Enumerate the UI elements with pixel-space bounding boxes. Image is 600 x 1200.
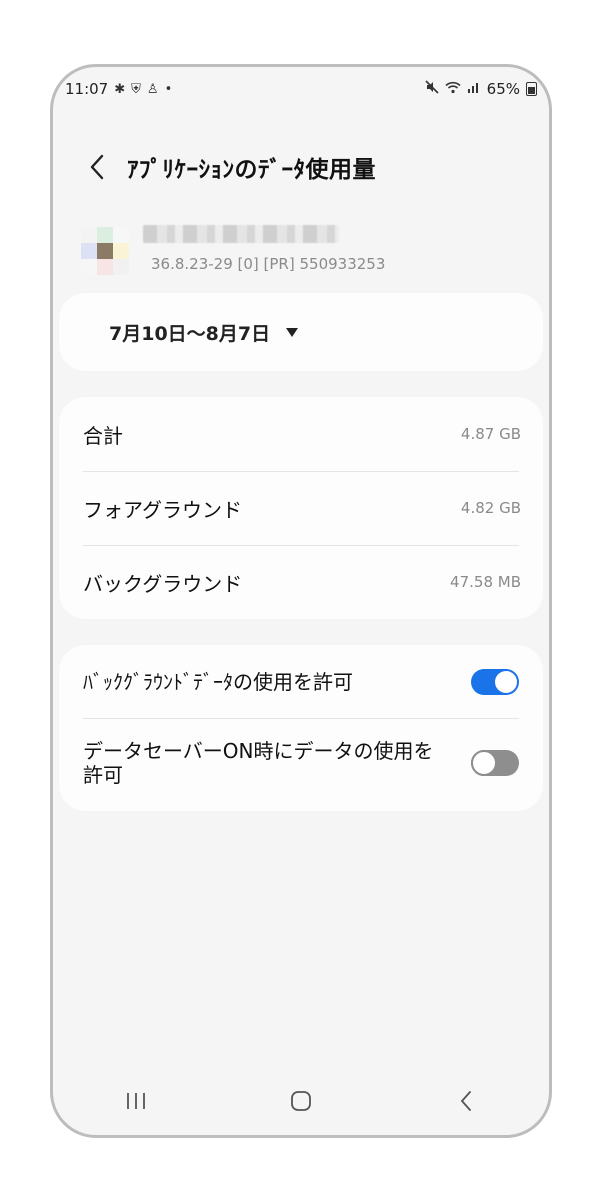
chevron-left-icon — [461, 1091, 472, 1111]
app-version: 36.8.23-29 [0] [PR] 550933253 — [151, 255, 386, 273]
usage-row-total: 合計 4.87 GB — [83, 397, 521, 471]
header: ｱﾌﾟﾘｹｰｼｮﾝのﾃﾞｰﾀ使用量 — [53, 145, 549, 189]
home-icon — [291, 1091, 311, 1111]
page-title: ｱﾌﾟﾘｹｰｼｮﾝのﾃﾞｰﾀ使用量 — [127, 157, 376, 183]
navigation-bar — [53, 1081, 549, 1121]
usage-row-background: バックグラウンド 47.58 MB — [83, 545, 521, 619]
app-name-redacted — [143, 225, 339, 243]
dropdown-arrow-icon — [286, 328, 299, 337]
toggle-knob — [471, 750, 497, 776]
data-saver-row[interactable]: データセーバーON時にデータの使用を許可 — [83, 737, 519, 789]
mute-icon — [425, 80, 439, 98]
usage-value: 4.82 GB — [460, 499, 521, 517]
toggle-knob — [495, 671, 517, 693]
recent-apps-icon — [126, 1093, 145, 1109]
status-bar: 11:07 ✱ ⛨ ♙ • 65% — [65, 77, 537, 101]
dot-icon: • — [164, 81, 173, 97]
usage-value: 47.58 MB — [450, 573, 521, 591]
usage-row-foreground: フォアグラウンド 4.82 GB — [83, 471, 521, 545]
home-button[interactable] — [271, 1081, 331, 1121]
data-saver-toggle[interactable] — [471, 750, 519, 776]
chevron-left-icon — [90, 154, 104, 180]
background-data-row[interactable]: ﾊﾞｯｸｸﾞﾗｳﾝﾄﾞﾃﾞｰﾀの使用を許可 — [83, 667, 519, 697]
usage-label: バックグラウンド — [83, 571, 243, 596]
usage-value: 4.87 GB — [460, 425, 521, 443]
battery-icon — [526, 82, 537, 96]
status-right: 65% — [425, 80, 537, 98]
divider — [83, 718, 519, 719]
back-button[interactable] — [77, 147, 117, 187]
app-info: 36.8.23-29 [0] [PR] 550933253 — [81, 225, 501, 281]
usage-card: 合計 4.87 GB フォアグラウンド 4.82 GB バックグラウンド 47.… — [59, 397, 543, 619]
app-icon — [81, 227, 129, 277]
gear-icon: ✱ — [114, 81, 126, 97]
wifi-icon — [445, 81, 461, 98]
usage-label: フォアグラウンド — [83, 497, 242, 522]
signal-icon — [467, 81, 481, 97]
recent-apps-button[interactable] — [106, 1081, 166, 1121]
phone-frame: 11:07 ✱ ⛨ ♙ • 65% ｱﾌﾟﾘｹｰｼｮﾝのﾃﾞｰﾀ使用量 36.8… — [50, 64, 552, 1138]
data-saver-label: データセーバーON時にデータの使用を許可 — [83, 739, 434, 787]
background-data-label: ﾊﾞｯｸｸﾞﾗｳﾝﾄﾞﾃﾞｰﾀの使用を許可 — [83, 670, 353, 694]
status-time: 11:07 — [65, 80, 109, 98]
person-icon: ♙ — [146, 81, 159, 97]
data-permission-card: ﾊﾞｯｸｸﾞﾗｳﾝﾄﾞﾃﾞｰﾀの使用を許可 データセーバーON時にデータの使用を… — [59, 645, 543, 811]
battery-percent: 65% — [486, 80, 520, 98]
date-range-selector[interactable]: 7月10日～8月7日 — [109, 319, 299, 346]
shield-icon: ⛨ — [131, 81, 141, 97]
background-data-toggle[interactable] — [471, 669, 519, 695]
usage-label: 合計 — [83, 423, 123, 448]
date-range-label: 7月10日～8月7日 — [109, 323, 271, 345]
back-nav-button[interactable] — [436, 1081, 496, 1121]
date-range-card: 7月10日～8月7日 — [59, 293, 543, 371]
status-left: 11:07 ✱ ⛨ ♙ • — [65, 80, 172, 98]
